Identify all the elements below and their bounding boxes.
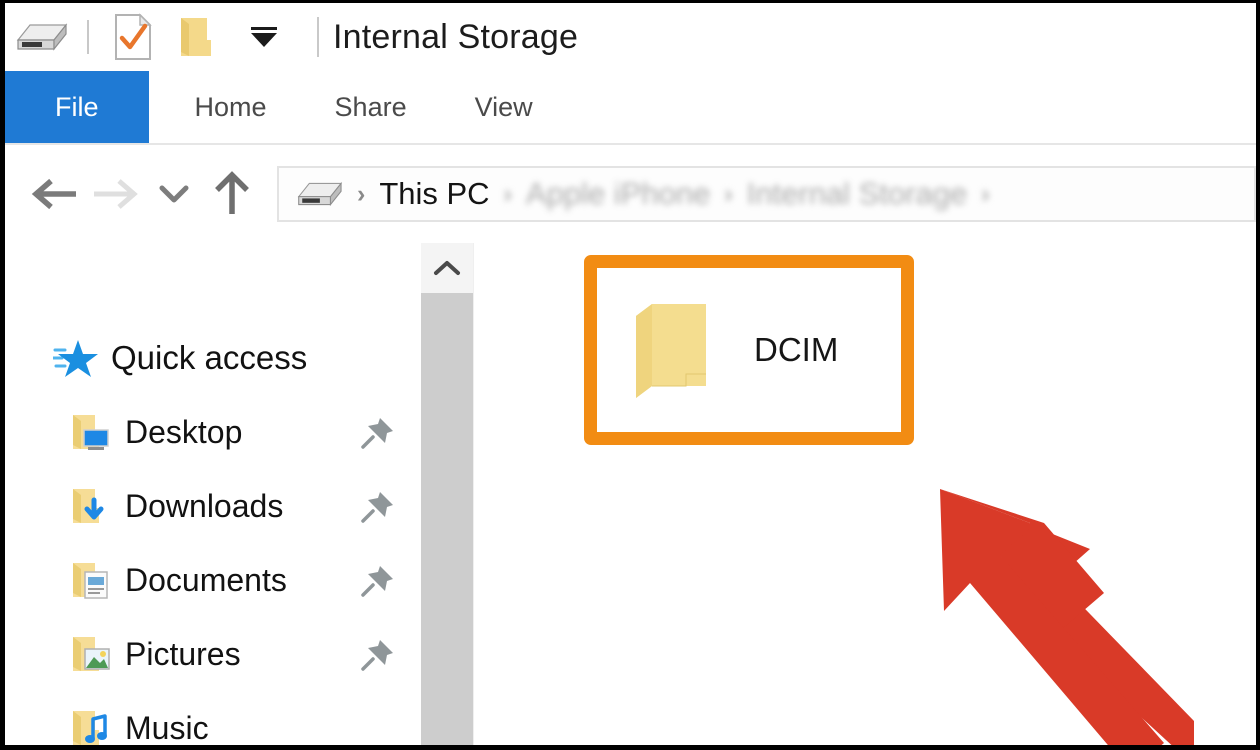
navigation-pane: Quick access Desktop Downloads Documents…: [5, 243, 421, 745]
sidebar-item-label: Desktop: [125, 413, 243, 450]
breadcrumb-separator: ›: [503, 179, 512, 208]
forward-button: [85, 163, 147, 225]
breadcrumb-item-this-pc[interactable]: This PC: [379, 176, 489, 212]
breadcrumb-separator: ›: [981, 179, 990, 208]
star-icon: [53, 336, 99, 380]
red-arrow-annotation: [940, 489, 1194, 745]
page-title: Internal Storage: [333, 17, 579, 56]
customize-qat-caret-icon[interactable]: [227, 14, 301, 60]
chevron-up-icon: [434, 261, 460, 275]
back-button[interactable]: [23, 163, 85, 225]
sidebar-item-label: Music: [125, 709, 209, 746]
navigation-pane-scrollbar[interactable]: [421, 243, 473, 745]
pin-icon[interactable]: [359, 561, 397, 599]
ribbon-tab-bar: File Home Share View: [5, 71, 1256, 145]
sidebar-item-label: Pictures: [125, 635, 241, 672]
sidebar-item-label: Quick access: [111, 339, 308, 376]
tab-view[interactable]: View: [441, 71, 567, 143]
breadcrumb-item-apple-iphone[interactable]: Apple iPhone: [526, 176, 710, 212]
music-folder-icon: [67, 706, 113, 745]
new-folder-icon[interactable]: [161, 14, 227, 60]
sidebar-item-desktop[interactable]: Desktop: [5, 395, 421, 469]
file-list-area: DCIM: [473, 243, 1256, 745]
tab-file[interactable]: File: [5, 71, 149, 143]
tab-share[interactable]: Share: [301, 71, 441, 143]
sidebar-item-downloads[interactable]: Downloads: [5, 469, 421, 543]
pictures-folder-icon: [67, 632, 113, 676]
properties-icon[interactable]: [105, 13, 161, 60]
tab-home[interactable]: Home: [161, 71, 301, 143]
sidebar-item-pictures[interactable]: Pictures: [5, 617, 421, 691]
up-button[interactable]: [201, 163, 263, 225]
breadcrumb-drive-icon: [295, 179, 343, 209]
downloads-folder-icon: [67, 484, 113, 528]
breadcrumb-separator: ›: [724, 179, 733, 208]
title-separator: [317, 17, 319, 57]
sidebar-item-music[interactable]: Music: [5, 691, 421, 745]
scrollbar-up-button[interactable]: [421, 243, 473, 293]
file-explorer-window: Internal Storage File Home Share View › …: [0, 0, 1260, 750]
dcim-highlight-rectangle: [584, 255, 914, 445]
pin-icon[interactable]: [359, 487, 397, 525]
breadcrumb[interactable]: › This PC › Apple iPhone › Internal Stor…: [277, 166, 1256, 222]
sidebar-item-label: Documents: [125, 561, 287, 598]
address-bar: › This PC › Apple iPhone › Internal Stor…: [5, 145, 1256, 243]
scrollbar-thumb[interactable]: [421, 293, 473, 745]
documents-folder-icon: [67, 558, 113, 602]
qat-separator: [87, 20, 89, 54]
sidebar-item-label: Downloads: [125, 487, 284, 524]
pin-icon[interactable]: [359, 635, 397, 673]
quick-access-toolbar: Internal Storage: [5, 3, 1256, 71]
desktop-folder-icon: [67, 410, 113, 454]
main-area: Quick access Desktop Downloads Documents…: [5, 243, 1256, 745]
recent-locations-chevron-down-icon[interactable]: [147, 163, 201, 225]
breadcrumb-item-internal-storage[interactable]: Internal Storage: [747, 176, 968, 212]
title-bar: Internal Storage: [5, 3, 1256, 71]
breadcrumb-separator: ›: [357, 179, 366, 208]
pin-icon[interactable]: [359, 413, 397, 451]
sidebar-item-documents[interactable]: Documents: [5, 543, 421, 617]
drive-icon[interactable]: [11, 14, 71, 60]
sidebar-item-quick-access[interactable]: Quick access: [5, 321, 421, 395]
